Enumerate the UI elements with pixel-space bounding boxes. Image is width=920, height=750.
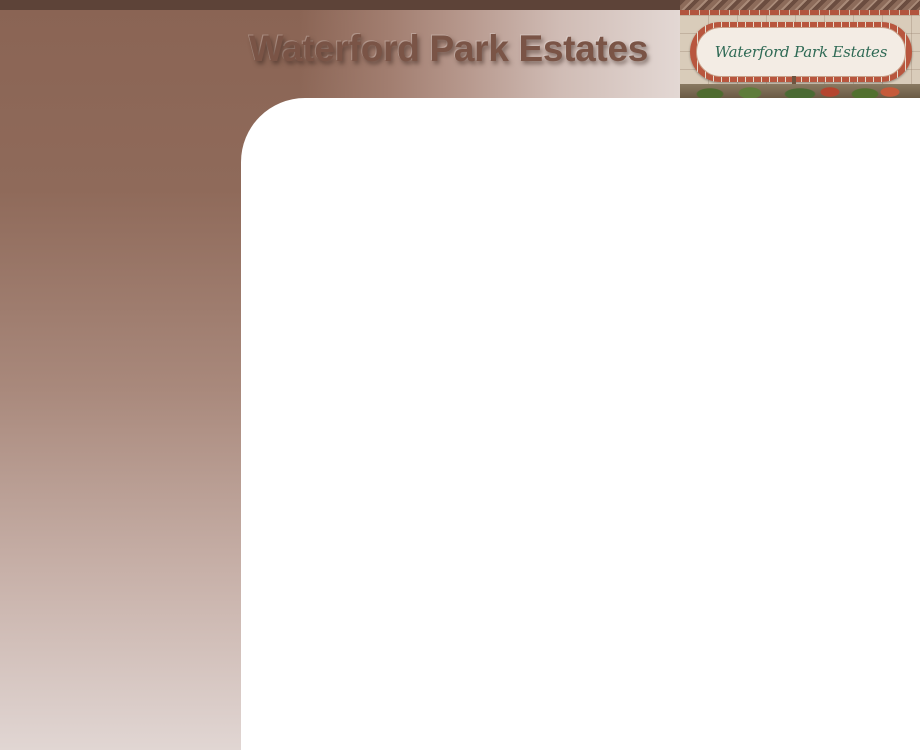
main-content-area (241, 98, 920, 750)
sign-landscaping (680, 84, 920, 98)
entrance-sign-photo: Waterford Park Estates (680, 0, 920, 98)
header-top-bar (0, 0, 680, 10)
site-title: Waterford Park Estates (248, 28, 648, 69)
sign-plaque: Waterford Park Estates (696, 27, 906, 77)
sign-plaque-text: Waterford Park Estates (714, 43, 888, 61)
